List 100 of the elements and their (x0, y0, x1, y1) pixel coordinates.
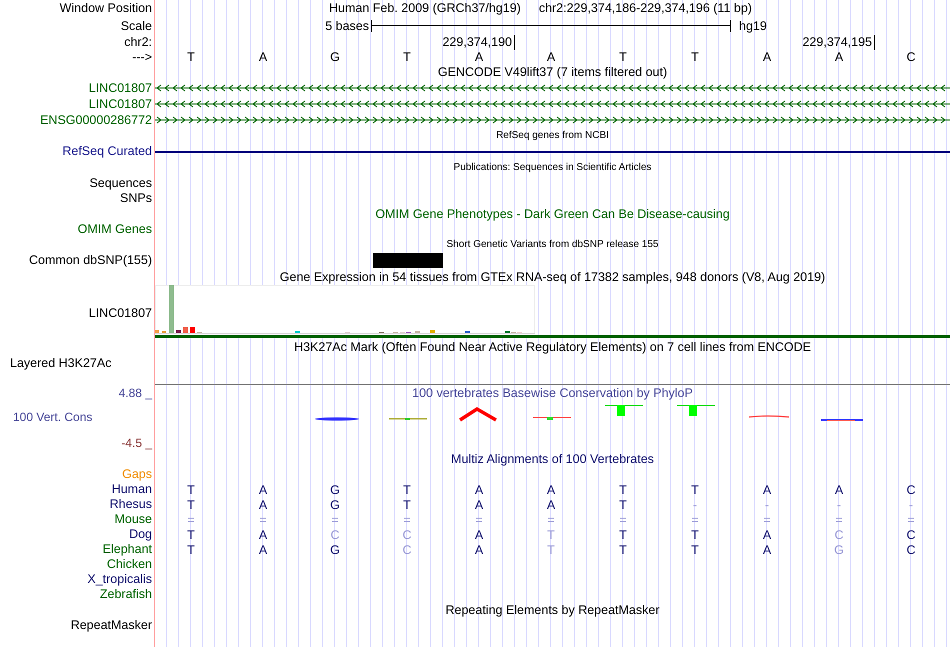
alignment-base: = (186, 512, 196, 526)
track-title: 100 vertebrates Basewise Conservation by PhyloP (412, 386, 693, 401)
alignment-base: A (546, 498, 556, 512)
alignment-base: C (905, 482, 917, 496)
alignment-base: T (618, 528, 628, 542)
track-label: ENSG00000286772 (40, 112, 152, 128)
alignment-base: = (906, 512, 916, 526)
base-letter: A (474, 50, 484, 64)
base-letter: G (329, 50, 341, 64)
alignment-base: A (258, 528, 268, 542)
species-label: Chicken (106, 557, 152, 572)
track-title: OMIM Gene Phenotypes - Dark Green Can Be Disease-causing (375, 206, 730, 222)
alignment-base: A (258, 482, 268, 496)
alignment-base: A (474, 528, 484, 542)
alignment-base: C (329, 528, 341, 542)
alignment-base: C (905, 528, 917, 542)
ruler-tick: 229,374,195 (783, 35, 875, 50)
alignment-base: - (764, 498, 770, 512)
alignment-base: A (762, 542, 772, 556)
alignment-base: C (401, 528, 413, 542)
alignment-base: = (546, 512, 556, 526)
species-label: Human (112, 482, 152, 497)
track-label: OMIM Genes (78, 222, 152, 237)
track-label: RefSeq Curated (62, 144, 152, 159)
species-label: X_tropicalis (87, 572, 152, 587)
alignment-base: G (329, 498, 341, 512)
base-letter: A (546, 50, 556, 64)
alignment-base: A (474, 542, 484, 556)
species-label: Dog (129, 527, 152, 542)
alignment-base: T (690, 528, 700, 542)
scale-assembly: hg19 (738, 18, 768, 34)
track-label: Common dbSNP(155) (29, 253, 152, 268)
alignment-base: = (690, 512, 700, 526)
alignment-base: A (258, 542, 268, 556)
alignment-base: C (401, 542, 413, 556)
alignment-base: G (329, 482, 341, 496)
scale-length: 5 bases (324, 18, 370, 34)
alignment-base: T (618, 498, 628, 512)
alignment-base: - (692, 498, 698, 512)
ruler-tick: 229,374,190 (423, 35, 515, 50)
track-label: RepeatMasker (70, 618, 152, 633)
species-label: Zebrafish (100, 587, 152, 602)
alignment-base: = (258, 512, 268, 526)
alignment-base: C (905, 542, 917, 556)
alignment-base: T (186, 482, 196, 496)
track-label: 100 Vert. Cons (12, 410, 92, 425)
alignment-base: = (762, 512, 772, 526)
track-title: Gene Expression in 54 tissues from GTEx RNA-seq of 17382 samples, 948 donors (V8, Aug 2019) (280, 270, 826, 284)
track-title: H3K27Ac Mark (Often Found Near Active Regulatory Elements) on 7 cell lines from ENCODE (294, 340, 811, 354)
track-title: Short Genetic Variants from dbSNP release 155 (446, 238, 658, 250)
track-label: Scale (120, 18, 152, 34)
base-letter: T (402, 50, 412, 64)
base-letter: A (834, 50, 844, 64)
alignment-base: = (618, 512, 628, 526)
position-text: chr2:229,374,186-229,374,196 (11 bp) (538, 1, 752, 16)
alignment-base: = (474, 512, 484, 526)
alignment-base: = (330, 512, 340, 526)
track-label: Gaps (122, 467, 152, 482)
track-label: LINC01807 (88, 306, 152, 320)
alignment-base: A (474, 498, 484, 512)
alignment-base: A (474, 482, 484, 496)
base-letter: C (905, 50, 917, 64)
track-label: chr2: (124, 35, 152, 50)
base-letter: T (618, 50, 628, 64)
alignment-base: T (186, 528, 196, 542)
track-title: Repeating Elements by RepeatMasker (445, 602, 660, 618)
axis-label: 4.88 _ (118, 386, 152, 401)
track-label: LINC01807 (88, 80, 152, 96)
assembly-text: Human Feb. 2009 (GRCh37/hg19) (329, 1, 521, 16)
alignment-base: T (546, 542, 556, 556)
track-label: SNPs (120, 191, 152, 206)
species-label: Elephant (102, 542, 152, 557)
track-title: Multiz Alignments of 100 Vertebrates (451, 452, 654, 466)
alignment-base: A (762, 482, 772, 496)
track-label: Window Position (60, 1, 152, 16)
alignment-base: = (834, 512, 844, 526)
alignment-base: = (402, 512, 412, 526)
alignment-base: T (402, 498, 412, 512)
alignment-base: C (833, 528, 845, 542)
track-title: RefSeq genes from NCBI (496, 130, 609, 142)
alignment-base: A (546, 482, 556, 496)
alignment-base: T (402, 482, 412, 496)
base-letter: T (186, 50, 196, 64)
alignment-base: T (186, 498, 196, 512)
track-title: GENCODE V49lift37 (7 items filtered out) (438, 64, 668, 80)
alignment-base: T (618, 482, 628, 496)
alignment-base: T (690, 542, 700, 556)
base-letter: A (762, 50, 772, 64)
axis-label: -4.5 _ (121, 436, 152, 451)
alignment-base: - (908, 498, 914, 512)
track-label: LINC01807 (88, 96, 152, 112)
base-letter: T (690, 50, 700, 64)
species-label: Rhesus (110, 497, 152, 512)
alignment-base: T (618, 542, 628, 556)
variant-bar (373, 253, 443, 268)
alignment-base: A (762, 528, 772, 542)
alignment-base: G (833, 542, 845, 556)
species-label: Mouse (114, 512, 152, 527)
track-label: ---> (132, 50, 152, 64)
alignment-base: T (186, 542, 196, 556)
